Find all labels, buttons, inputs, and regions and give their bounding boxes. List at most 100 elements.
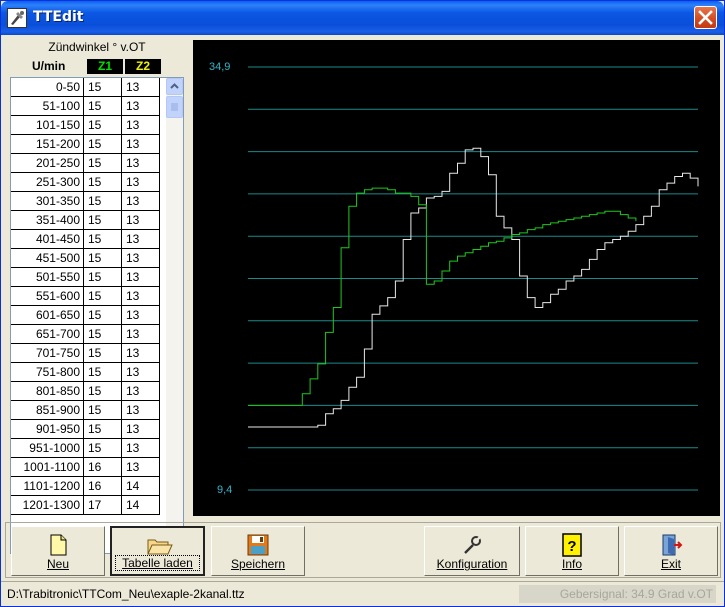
- z2-cell[interactable]: 13: [122, 249, 160, 268]
- z1-cell[interactable]: 15: [84, 192, 122, 211]
- z2-cell[interactable]: 13: [122, 458, 160, 477]
- z1-cell[interactable]: 17: [84, 496, 122, 515]
- z2-cell[interactable]: 13: [122, 192, 160, 211]
- table-row[interactable]: 951-1000 15 13: [11, 439, 166, 458]
- z1-cell[interactable]: 15: [84, 211, 122, 230]
- rpm-cell[interactable]: 151-200: [11, 135, 84, 154]
- z2-cell[interactable]: 13: [122, 268, 160, 287]
- rpm-cell[interactable]: 801-850: [11, 382, 84, 401]
- table-row[interactable]: 1201-1300 17 14: [11, 496, 166, 515]
- table-row[interactable]: 601-650 15 13: [11, 306, 166, 325]
- rpm-cell[interactable]: 1201-1300: [11, 496, 84, 515]
- z1-cell[interactable]: 15: [84, 97, 122, 116]
- z2-cell[interactable]: 13: [122, 344, 160, 363]
- z2-cell[interactable]: 13: [122, 135, 160, 154]
- z2-cell[interactable]: 13: [122, 78, 160, 97]
- table-row[interactable]: 651-700 15 13: [11, 325, 166, 344]
- z2-cell[interactable]: 13: [122, 97, 160, 116]
- z1-cell[interactable]: 15: [84, 344, 122, 363]
- rpm-cell[interactable]: 0-50: [11, 78, 84, 97]
- z2-cell[interactable]: 13: [122, 173, 160, 192]
- save-button[interactable]: Speichern: [211, 526, 305, 576]
- z2-cell[interactable]: 13: [122, 211, 160, 230]
- table-scrollbar[interactable]: [166, 78, 183, 553]
- z2-cell[interactable]: 13: [122, 116, 160, 135]
- table-row[interactable]: 451-500 15 13: [11, 249, 166, 268]
- rpm-cell[interactable]: 601-650: [11, 306, 84, 325]
- z1-cell[interactable]: 16: [84, 458, 122, 477]
- table-row[interactable]: 801-850 15 13: [11, 382, 166, 401]
- z2-cell[interactable]: 13: [122, 306, 160, 325]
- table-row[interactable]: 701-750 15 13: [11, 344, 166, 363]
- title-bar[interactable]: TTEdit: [1, 1, 724, 35]
- z2-cell[interactable]: 13: [122, 401, 160, 420]
- z1-cell[interactable]: 15: [84, 249, 122, 268]
- z1-cell[interactable]: 15: [84, 287, 122, 306]
- exit-button[interactable]: Exit: [624, 526, 718, 576]
- z1-cell[interactable]: 15: [84, 439, 122, 458]
- rpm-cell[interactable]: 501-550: [11, 268, 84, 287]
- rpm-cell[interactable]: 451-500: [11, 249, 84, 268]
- table-row[interactable]: 301-350 15 13: [11, 192, 166, 211]
- z1-cell[interactable]: 15: [84, 363, 122, 382]
- info-button[interactable]: ? Info: [525, 526, 619, 576]
- scroll-thumb[interactable]: [166, 96, 183, 118]
- table-row[interactable]: 901-950 15 13: [11, 420, 166, 439]
- z1-cell[interactable]: 15: [84, 401, 122, 420]
- scroll-up-button[interactable]: [166, 78, 183, 95]
- z2-cell[interactable]: 13: [122, 154, 160, 173]
- rpm-cell[interactable]: 251-300: [11, 173, 84, 192]
- configuration-button[interactable]: Konfiguration: [424, 526, 520, 576]
- table-row[interactable]: 501-550 15 13: [11, 268, 166, 287]
- rpm-cell[interactable]: 701-750: [11, 344, 84, 363]
- z1-cell[interactable]: 15: [84, 78, 122, 97]
- table-row[interactable]: 1001-1100 16 13: [11, 458, 166, 477]
- z1-cell[interactable]: 15: [84, 306, 122, 325]
- table-row[interactable]: 1101-1200 16 14: [11, 477, 166, 496]
- app-icon[interactable]: [7, 8, 27, 28]
- load-table-button[interactable]: Tabelle laden: [110, 526, 205, 576]
- rpm-cell[interactable]: 101-150: [11, 116, 84, 135]
- z1-cell[interactable]: 15: [84, 154, 122, 173]
- table-row[interactable]: 251-300 15 13: [11, 173, 166, 192]
- rpm-cell[interactable]: 1001-1100: [11, 458, 84, 477]
- rpm-cell[interactable]: 401-450: [11, 230, 84, 249]
- z2-cell[interactable]: 13: [122, 287, 160, 306]
- z1-cell[interactable]: 15: [84, 268, 122, 287]
- rpm-cell[interactable]: 551-600: [11, 287, 84, 306]
- table-row[interactable]: 851-900 15 13: [11, 401, 166, 420]
- table-row[interactable]: 401-450 15 13: [11, 230, 166, 249]
- z1-cell[interactable]: 15: [84, 382, 122, 401]
- z2-cell[interactable]: 13: [122, 382, 160, 401]
- rpm-cell[interactable]: 851-900: [11, 401, 84, 420]
- new-button[interactable]: Neu: [11, 526, 105, 576]
- rpm-cell[interactable]: 751-800: [11, 363, 84, 382]
- rpm-cell[interactable]: 651-700: [11, 325, 84, 344]
- z1-cell[interactable]: 15: [84, 420, 122, 439]
- table-row[interactable]: 51-100 15 13: [11, 97, 166, 116]
- z1-cell[interactable]: 15: [84, 325, 122, 344]
- z2-cell[interactable]: 13: [122, 363, 160, 382]
- ignition-table-grid[interactable]: 1201-1300 17 14 1101-1200 16 14 1001-1100 16 13 9…: [10, 77, 184, 554]
- rpm-cell[interactable]: 301-350: [11, 192, 84, 211]
- rpm-cell[interactable]: 1101-1200: [11, 477, 84, 496]
- table-row[interactable]: 351-400 15 13: [11, 211, 166, 230]
- table-row[interactable]: 101-150 15 13: [11, 116, 166, 135]
- z2-cell[interactable]: 13: [122, 439, 160, 458]
- table-row[interactable]: 0-50 15 13: [11, 78, 166, 97]
- z2-cell[interactable]: 13: [122, 420, 160, 439]
- table-row[interactable]: 751-800 15 13: [11, 363, 166, 382]
- z1-cell[interactable]: 15: [84, 135, 122, 154]
- z1-cell[interactable]: 15: [84, 230, 122, 249]
- z2-cell[interactable]: 14: [122, 477, 160, 496]
- z1-cell[interactable]: 15: [84, 116, 122, 135]
- rpm-cell[interactable]: 951-1000: [11, 439, 84, 458]
- z1-cell[interactable]: 15: [84, 173, 122, 192]
- rpm-cell[interactable]: 901-950: [11, 420, 84, 439]
- z2-cell[interactable]: 13: [122, 230, 160, 249]
- rpm-cell[interactable]: 51-100: [11, 97, 84, 116]
- rpm-cell[interactable]: 201-250: [11, 154, 84, 173]
- table-row[interactable]: 201-250 15 13: [11, 154, 166, 173]
- z2-cell[interactable]: 14: [122, 496, 160, 515]
- rpm-cell[interactable]: 351-400: [11, 211, 84, 230]
